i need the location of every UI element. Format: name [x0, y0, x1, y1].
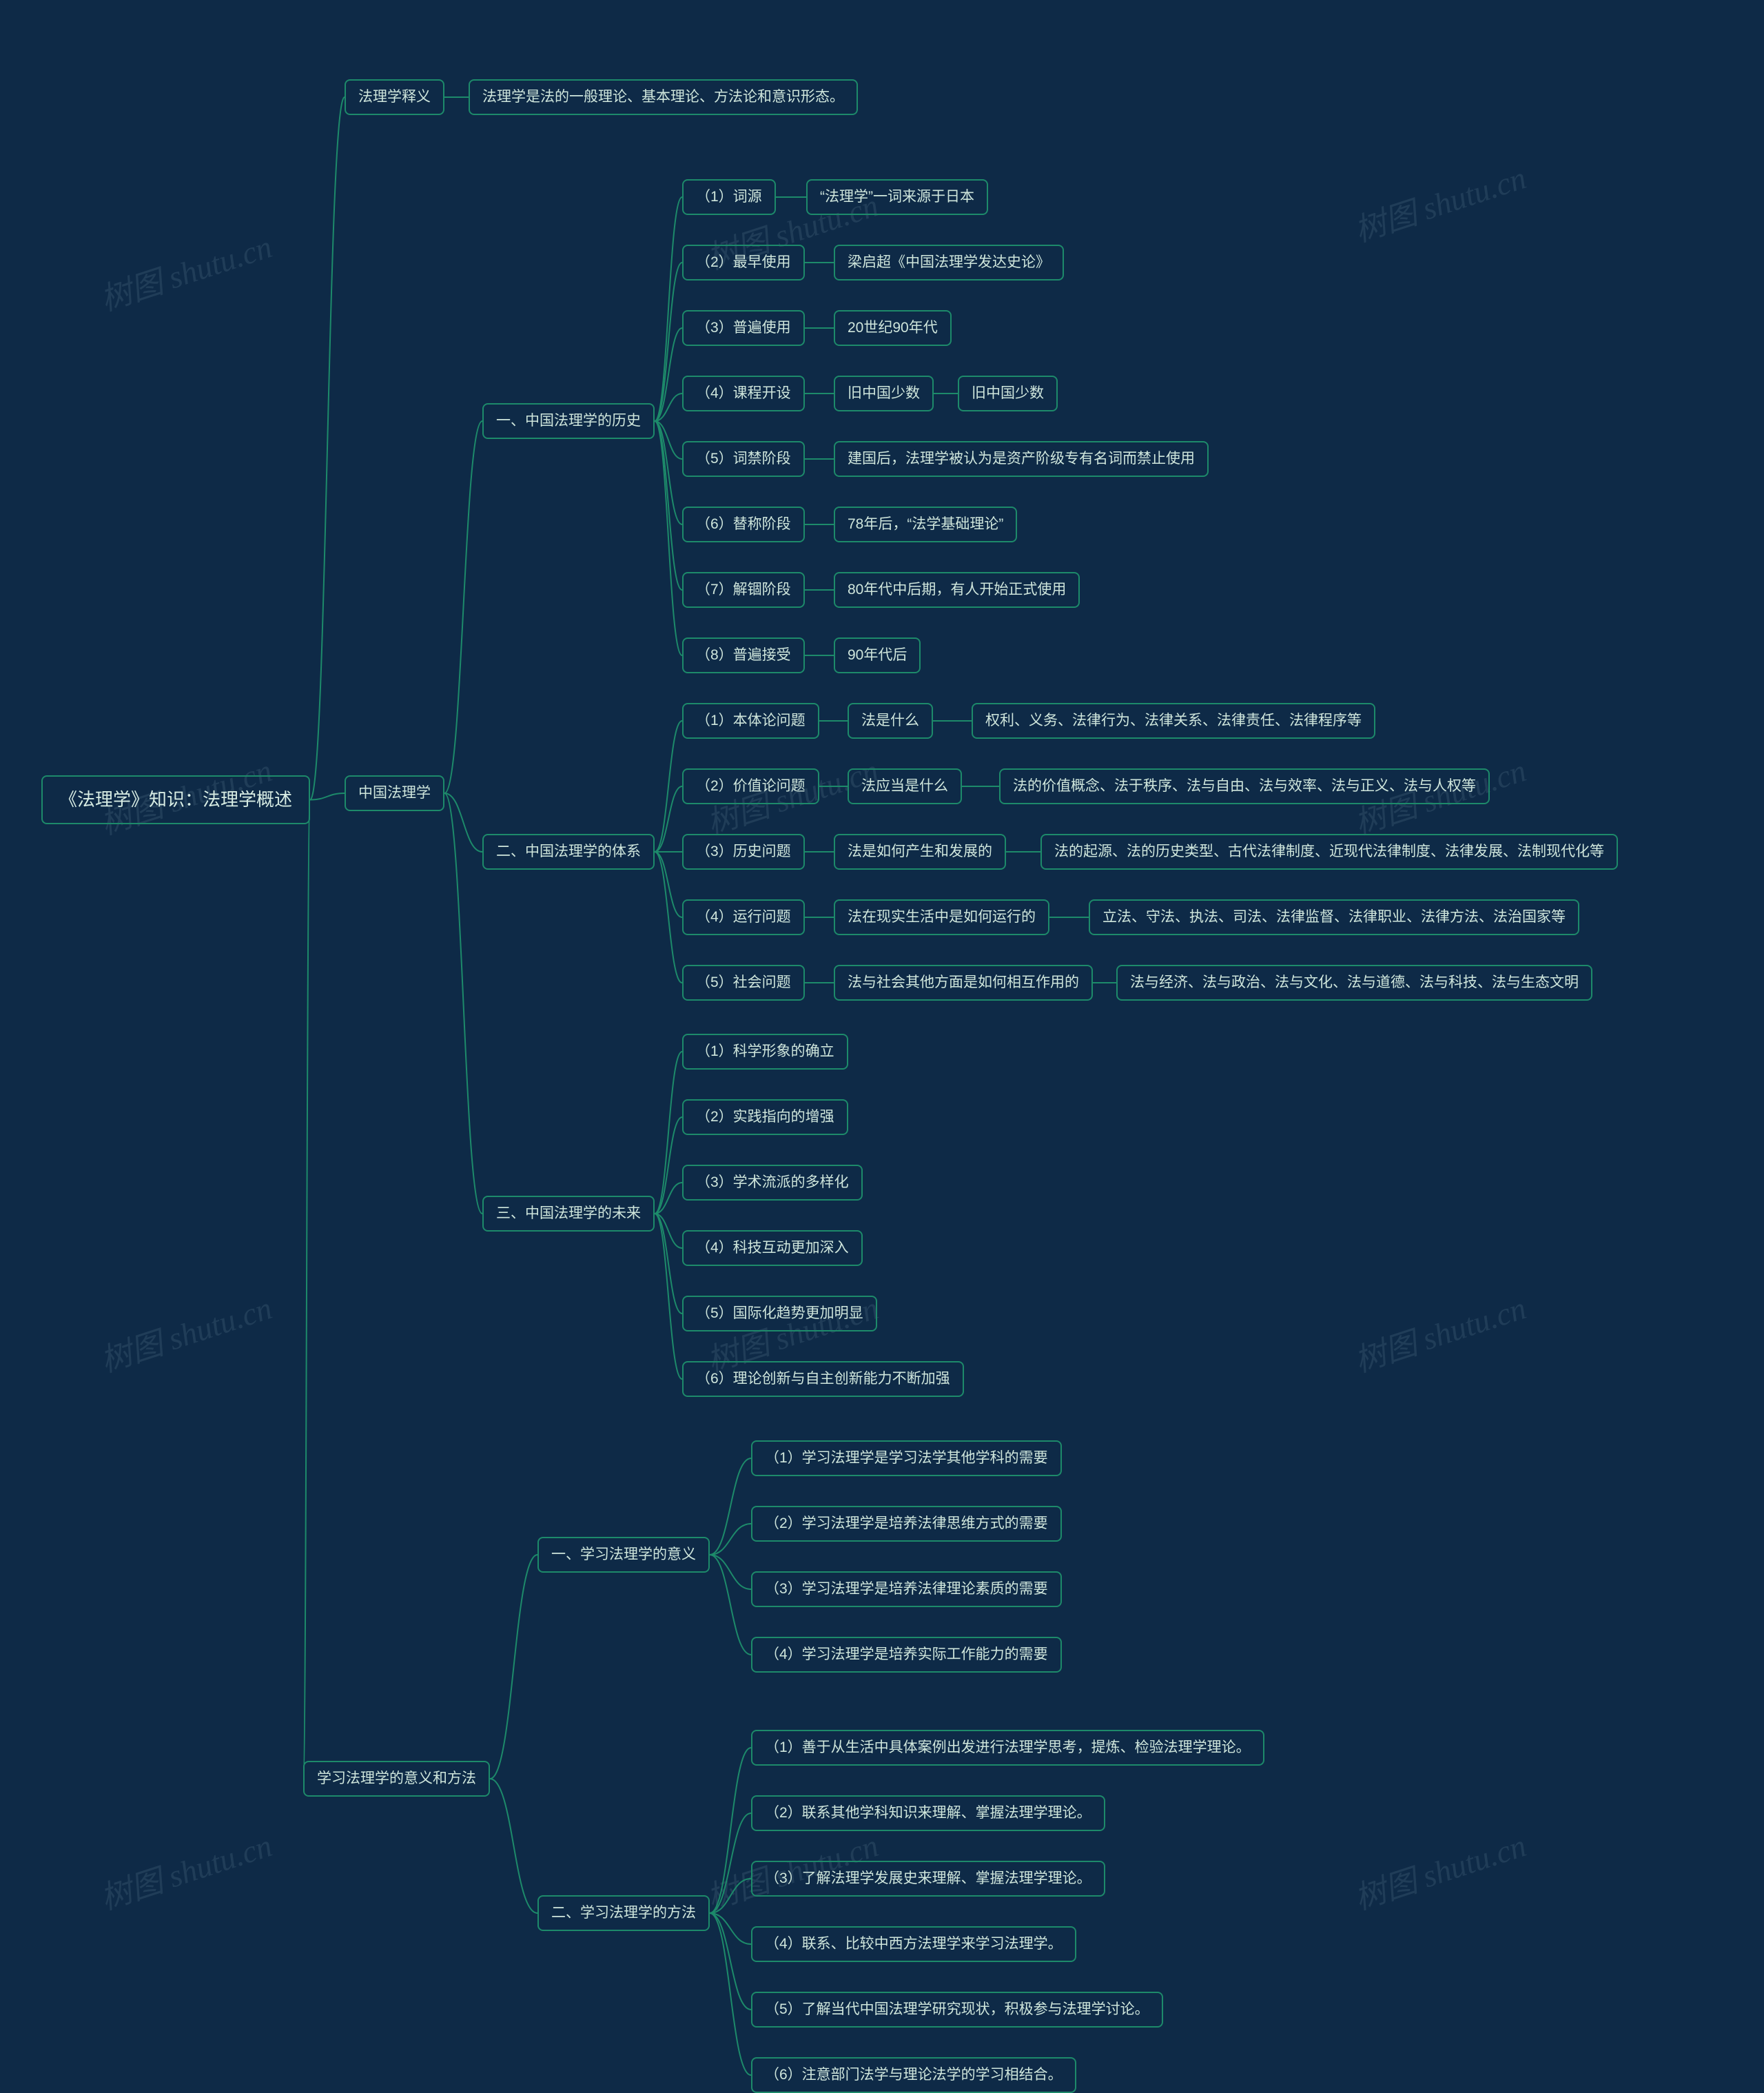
node-b2s3n6[interactable]: （6）理论创新与自主创新能力不断加强	[682, 1361, 964, 1397]
node-b2s1n3a[interactable]: （3）普遍使用	[682, 310, 805, 346]
node-b2s3n2[interactable]: （2）实践指向的增强	[682, 1099, 848, 1135]
node-b2s1n8b[interactable]: 90年代后	[834, 637, 921, 673]
node-b2s1n6a[interactable]: （6）替称阶段	[682, 507, 805, 542]
node-b2s3n5[interactable]: （5）国际化趋势更加明显	[682, 1296, 877, 1331]
watermark: 树图 shutu.cn	[1348, 1283, 1531, 1382]
node-b2s1n3b[interactable]: 20世纪90年代	[834, 310, 952, 346]
node-b2s2n4a[interactable]: （4）运行问题	[682, 899, 805, 935]
node-b3s2n6[interactable]: （6）注意部门法学与理论法学的学习相结合。	[751, 2057, 1076, 2093]
node-b2s1n4a[interactable]: （4）课程开设	[682, 376, 805, 411]
node-b2s1n2a[interactable]: （2）最早使用	[682, 245, 805, 280]
node-b3[interactable]: 学习法理学的意义和方法	[303, 1761, 490, 1797]
node-b2s2n5b[interactable]: 法与社会其他方面是如何相互作用的	[834, 965, 1093, 1001]
node-b2s2n5c[interactable]: 法与经济、法与政治、法与文化、法与道德、法与科技、法与生态文明	[1116, 965, 1592, 1001]
watermark: 树图 shutu.cn	[1348, 1821, 1531, 1919]
node-b3s2n2[interactable]: （2）联系其他学科知识来理解、掌握法理学理论。	[751, 1795, 1105, 1831]
node-b2s2n3a[interactable]: （3）历史问题	[682, 834, 805, 870]
node-b3s1n3[interactable]: （3）学习法理学是培养法律理论素质的需要	[751, 1571, 1062, 1607]
node-b2s2[interactable]: 二、中国法理学的体系	[482, 834, 655, 870]
node-b2s1n4c[interactable]: 旧中国少数	[958, 376, 1058, 411]
node-b2s1n6b[interactable]: 78年后，“法学基础理论”	[834, 507, 1017, 542]
node-b2s1n1a[interactable]: （1）词源	[682, 179, 776, 215]
node-b2s2n2c[interactable]: 法的价值概念、法于秩序、法与自由、法与效率、法与正义、法与人权等	[999, 768, 1490, 804]
node-b3s2[interactable]: 二、学习法理学的方法	[537, 1895, 710, 1931]
node-b2s2n1a[interactable]: （1）本体论问题	[682, 703, 819, 739]
node-b3s1n1[interactable]: （1）学习法理学是学习法学其他学科的需要	[751, 1440, 1062, 1476]
node-b2s2n5a[interactable]: （5）社会问题	[682, 965, 805, 1001]
watermark: 树图 shutu.cn	[94, 1283, 277, 1382]
node-b2s1n7a[interactable]: （7）解锢阶段	[682, 572, 805, 608]
node-b2s3n3[interactable]: （3）学术流派的多样化	[682, 1165, 863, 1201]
node-b2s1n8a[interactable]: （8）普遍接受	[682, 637, 805, 673]
node-b2s2n3b[interactable]: 法是如何产生和发展的	[834, 834, 1006, 870]
node-b2s1n5b[interactable]: 建国后，法理学被认为是资产阶级专有名词而禁止使用	[834, 441, 1209, 477]
watermark: 树图 shutu.cn	[94, 222, 277, 320]
node-b2s2n1c[interactable]: 权利、义务、法律行为、法律关系、法律责任、法律程序等	[972, 703, 1375, 739]
node-b2s3[interactable]: 三、中国法理学的未来	[482, 1196, 655, 1232]
node-b3s1n4[interactable]: （4）学习法理学是培养实际工作能力的需要	[751, 1637, 1062, 1673]
node-b2s2n4c[interactable]: 立法、守法、执法、司法、法律监督、法律职业、法律方法、法治国家等	[1089, 899, 1579, 935]
root-node[interactable]: 《法理学》知识：法理学概述	[41, 775, 310, 824]
watermark: 树图 shutu.cn	[1348, 153, 1531, 252]
node-b2s1n5a[interactable]: （5）词禁阶段	[682, 441, 805, 477]
node-b3s2n3[interactable]: （3）了解法理学发展史来理解、掌握法理学理论。	[751, 1861, 1105, 1897]
node-b1c1[interactable]: 法理学是法的一般理论、基本理论、方法论和意识形态。	[469, 79, 858, 115]
node-b3s1n2[interactable]: （2）学习法理学是培养法律思维方式的需要	[751, 1506, 1062, 1542]
node-b3s2n4[interactable]: （4）联系、比较中西方法理学来学习法理学。	[751, 1926, 1076, 1962]
node-b3s2n1[interactable]: （1）善于从生活中具体案例出发进行法理学思考，提炼、检验法理学理论。	[751, 1730, 1264, 1766]
node-b2s2n4b[interactable]: 法在现实生活中是如何运行的	[834, 899, 1049, 935]
watermark: 树图 shutu.cn	[94, 1821, 277, 1919]
node-b2s1[interactable]: 一、中国法理学的历史	[482, 403, 655, 439]
node-b3s2n5[interactable]: （5）了解当代中国法理学研究现状，积极参与法理学讨论。	[751, 1992, 1163, 2028]
node-b2s1n4b[interactable]: 旧中国少数	[834, 376, 934, 411]
node-b2s2n2a[interactable]: （2）价值论问题	[682, 768, 819, 804]
node-b2s3n1[interactable]: （1）科学形象的确立	[682, 1034, 848, 1070]
node-b3s1[interactable]: 一、学习法理学的意义	[537, 1537, 710, 1573]
node-b2s2n1b[interactable]: 法是什么	[848, 703, 933, 739]
node-b2s2n2b[interactable]: 法应当是什么	[848, 768, 962, 804]
node-b2s1n1b[interactable]: “法理学”一词来源于日本	[806, 179, 988, 215]
node-b2s1n2b[interactable]: 梁启超《中国法理学发达史论》	[834, 245, 1064, 280]
node-b2s3n4[interactable]: （4）科技互动更加深入	[682, 1230, 863, 1266]
node-b2[interactable]: 中国法理学	[345, 775, 444, 811]
node-b2s2n3c[interactable]: 法的起源、法的历史类型、古代法律制度、近现代法律制度、法律发展、法制现代化等	[1040, 834, 1618, 870]
node-b2s1n7b[interactable]: 80年代中后期，有人开始正式使用	[834, 572, 1080, 608]
node-b1[interactable]: 法理学释义	[345, 79, 444, 115]
